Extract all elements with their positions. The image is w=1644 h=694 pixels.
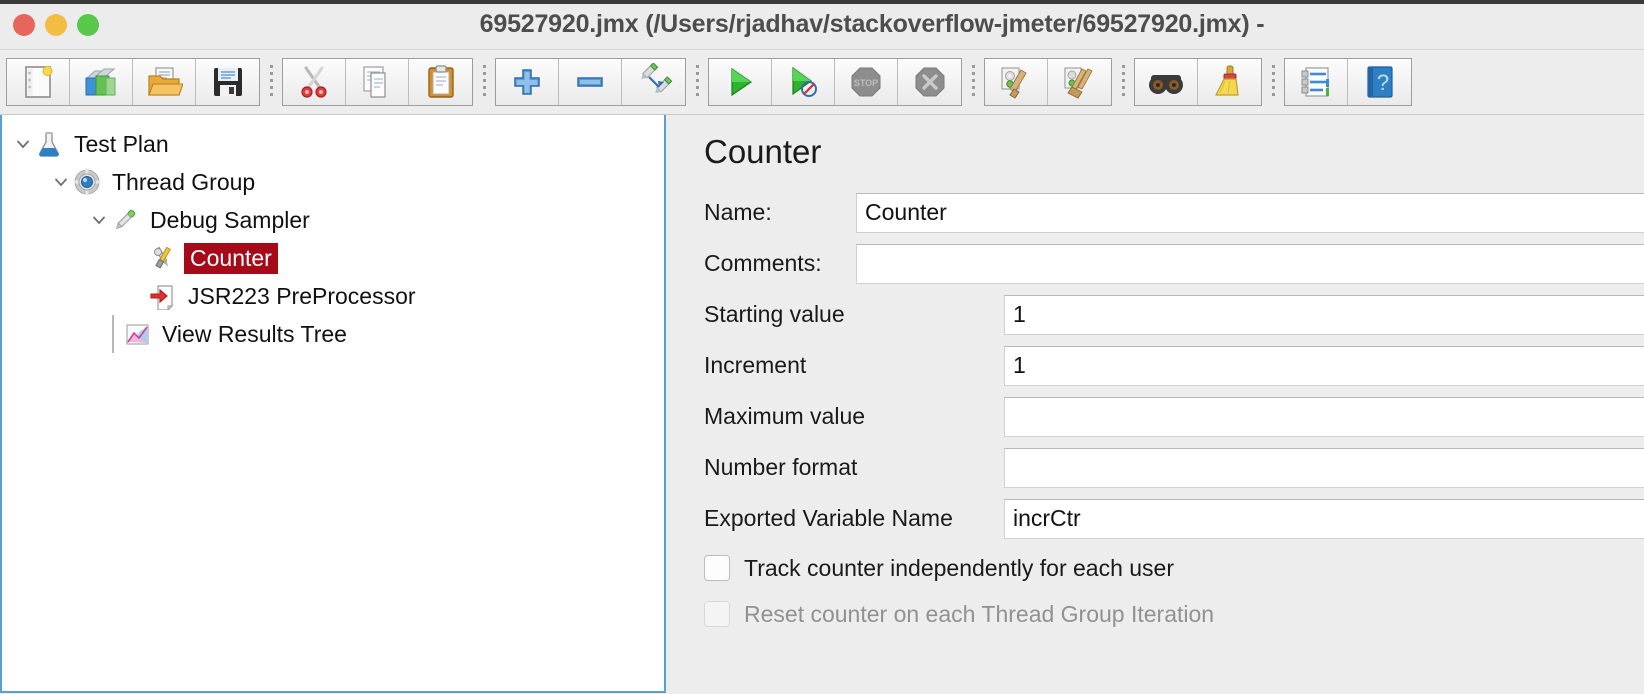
toolbar-separator <box>260 59 282 105</box>
thread-group-icon <box>72 167 102 197</box>
comments-input[interactable] <box>856 243 1644 284</box>
test-plan-tree[interactable]: Test Plan Thread Group Debug Sampler Cou… <box>0 115 666 693</box>
reset-counter-checkbox <box>704 601 730 627</box>
toolbar-separator <box>1262 59 1284 105</box>
maximum-value-label: Maximum value <box>704 403 866 429</box>
tree-item-label: Thread Group <box>112 168 256 195</box>
expand-all-icon[interactable] <box>496 59 559 105</box>
tree-item-view-results-tree[interactable]: View Results Tree <box>2 315 664 353</box>
tree-item-thread-group[interactable]: Thread Group <box>2 163 664 201</box>
new-icon[interactable] <box>7 59 70 105</box>
tree-item-label: Debug Sampler <box>150 206 310 233</box>
page-title: Counter <box>704 133 822 170</box>
name-input[interactable]: Counter <box>856 192 1644 233</box>
exported-variable-row: Exported Variable Name incrCtr <box>704 493 1644 544</box>
reset-counter-row: Reset counter on each Thread Group Itera… <box>704 592 1644 636</box>
tree-guide-line <box>112 315 114 353</box>
collapse-all-icon[interactable] <box>559 59 622 105</box>
start-icon[interactable] <box>709 59 772 105</box>
increment-label: Increment <box>704 352 807 378</box>
toolbar-separator <box>686 59 708 105</box>
title-bar: 69527920.jmx (/Users/rjadhav/stackoverfl… <box>0 0 1644 50</box>
clear-icon[interactable] <box>985 59 1048 105</box>
toolbar-group-clear <box>984 58 1112 106</box>
tree-item-label: Test Plan <box>74 130 169 157</box>
shutdown-icon[interactable] <box>898 59 961 105</box>
close-button[interactable] <box>13 13 35 36</box>
preprocessor-icon <box>148 281 178 311</box>
name-label: Name: <box>704 199 772 225</box>
increment-row: Increment 1 <box>704 340 1644 391</box>
search-icon[interactable] <box>1135 59 1198 105</box>
svg-text:STOP: STOP <box>854 78 878 88</box>
toolbar: STOP ? <box>0 50 1644 115</box>
comments-label: Comments: <box>704 250 822 276</box>
counter-config-panel: Counter Name: Counter Comments: Starting… <box>666 115 1644 693</box>
window-controls <box>13 13 99 36</box>
tree-item-test-plan[interactable]: Test Plan <box>2 125 664 163</box>
chevron-down-icon[interactable] <box>88 209 110 231</box>
svg-text:?: ? <box>1376 70 1388 95</box>
toolbar-group-search <box>1134 58 1262 106</box>
toolbar-separator <box>473 59 495 105</box>
tree-item-label: View Results Tree <box>162 320 347 347</box>
toolbar-group-file <box>6 58 260 106</box>
toolbar-separator <box>1112 59 1134 105</box>
tree-item-jsr223-preprocessor[interactable]: JSR223 PreProcessor <box>2 277 664 315</box>
paste-icon[interactable] <box>409 59 472 105</box>
toolbar-separator <box>962 59 984 105</box>
minimize-button[interactable] <box>45 13 67 36</box>
number-format-row: Number format <box>704 442 1644 493</box>
reset-counter-label: Reset counter on each Thread Group Itera… <box>744 600 1215 627</box>
toolbar-group-help: ? <box>1284 58 1412 106</box>
zoom-button[interactable] <box>77 13 99 36</box>
starting-value-label: Starting value <box>704 301 845 327</box>
chevron-down-icon[interactable] <box>12 133 34 155</box>
maximum-value-row: Maximum value <box>704 391 1644 442</box>
start-no-pauses-icon[interactable] <box>772 59 835 105</box>
templates-icon[interactable] <box>70 59 133 105</box>
starting-value-input[interactable]: 1 <box>1004 294 1644 335</box>
track-counter-row[interactable]: Track counter independently for each use… <box>704 546 1644 590</box>
window-title: 69527920.jmx (/Users/rjadhav/stackoverfl… <box>479 10 1265 38</box>
starting-value-row: Starting value 1 <box>704 289 1644 340</box>
toolbar-group-run: STOP <box>708 58 962 106</box>
copy-icon[interactable] <box>346 59 409 105</box>
debug-sampler-icon <box>110 205 140 235</box>
toggle-icon[interactable] <box>622 59 685 105</box>
view-results-tree-icon <box>122 319 152 349</box>
tree-item-debug-sampler[interactable]: Debug Sampler <box>2 201 664 239</box>
function-helper-icon[interactable] <box>1285 59 1348 105</box>
chevron-down-icon[interactable] <box>50 171 72 193</box>
tree-item-label: Counter <box>184 242 278 274</box>
toolbar-group-tree <box>495 58 686 106</box>
save-icon[interactable] <box>196 59 259 105</box>
clear-all-icon[interactable] <box>1048 59 1111 105</box>
cut-icon[interactable] <box>283 59 346 105</box>
name-row: Name: Counter <box>704 187 1644 238</box>
jmeter-window: 69527920.jmx (/Users/rjadhav/stackoverfl… <box>0 0 1644 694</box>
toolbar-group-edit <box>282 58 473 106</box>
counter-icon <box>148 243 178 273</box>
exported-variable-label: Exported Variable Name <box>704 505 953 531</box>
test-plan-icon <box>34 129 64 159</box>
track-counter-label: Track counter independently for each use… <box>744 554 1175 581</box>
exported-variable-input[interactable]: incrCtr <box>1004 498 1644 539</box>
help-icon[interactable]: ? <box>1348 59 1411 105</box>
tree-item-counter[interactable]: Counter <box>2 239 664 277</box>
number-format-label: Number format <box>704 454 858 480</box>
number-format-input[interactable] <box>1004 447 1644 488</box>
open-icon[interactable] <box>133 59 196 105</box>
track-counter-checkbox[interactable] <box>704 555 730 581</box>
stop-icon[interactable]: STOP <box>835 59 898 105</box>
increment-input[interactable]: 1 <box>1004 345 1644 386</box>
maximum-value-input[interactable] <box>1004 396 1644 437</box>
reset-search-icon[interactable] <box>1198 59 1261 105</box>
comments-row: Comments: <box>704 238 1644 289</box>
main-split: Test Plan Thread Group Debug Sampler Cou… <box>0 115 1644 693</box>
tree-item-label: JSR223 PreProcessor <box>188 282 416 309</box>
